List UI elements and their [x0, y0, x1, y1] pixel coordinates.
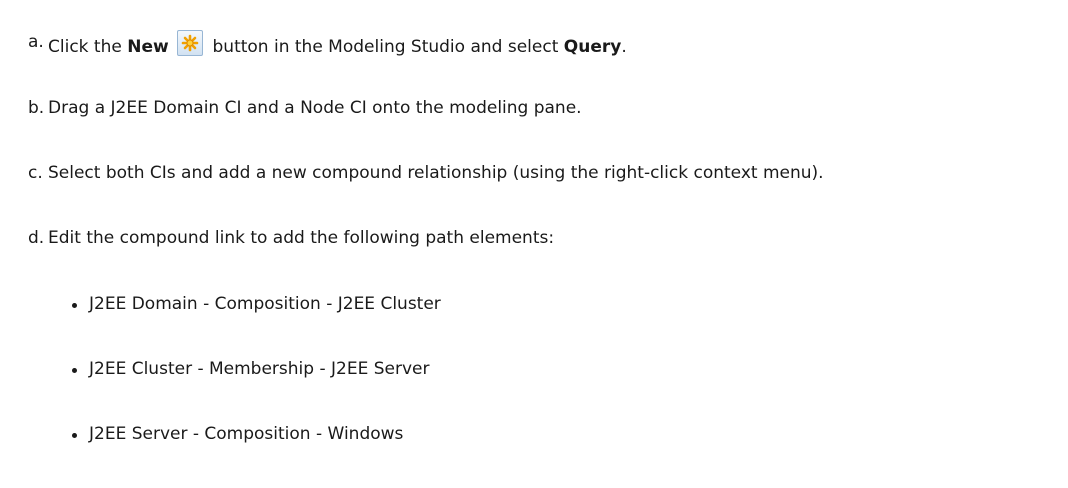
- step-marker: b.: [28, 98, 45, 118]
- path-element-text: J2EE Cluster - Membership - J2EE Server: [89, 359, 430, 379]
- step-text-post: .: [621, 37, 627, 57]
- step-text: Select both CIs and add a new compound r…: [48, 163, 824, 183]
- step-text-mid: button in the Modeling Studio and select: [207, 37, 564, 57]
- step-text: Drag a J2EE Domain CI and a Node CI onto…: [48, 98, 582, 118]
- step-text: Edit the compound link to add the follow…: [48, 228, 555, 248]
- new-label: New: [127, 37, 169, 57]
- step-text-pre: Click the: [48, 37, 128, 57]
- step-marker: c.: [28, 163, 43, 183]
- path-element-text: J2EE Domain - Composition - J2EE Cluster: [89, 294, 441, 314]
- query-label: Query: [563, 37, 622, 57]
- step-marker: a.: [28, 32, 44, 52]
- step-marker: d.: [28, 228, 45, 248]
- bullet-dot: [72, 433, 77, 438]
- new-query-icon: [177, 30, 204, 56]
- bullet-dot: [72, 368, 77, 373]
- bullet-dot: [72, 303, 77, 308]
- step-text: Click the New button in the Modeling Stu…: [48, 30, 627, 59]
- path-element-text: J2EE Server - Composition - Windows: [89, 424, 404, 444]
